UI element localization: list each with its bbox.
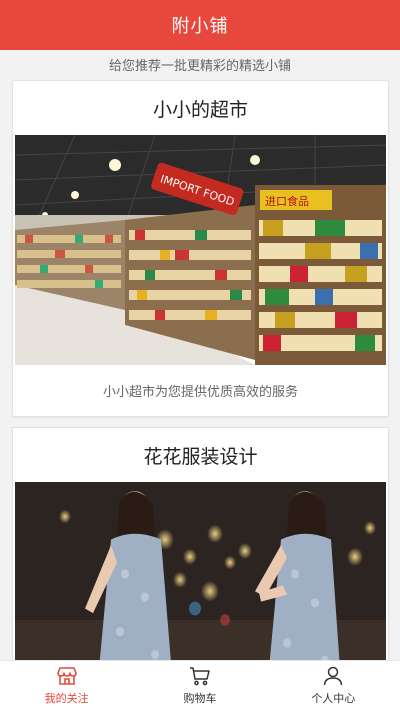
shop-description: 小小超市为您提供优质高效的服务	[102, 384, 298, 400]
tab-label: 购物车	[183, 692, 217, 705]
store-icon	[56, 667, 77, 685]
tab-profile[interactable]: 个人中心	[267, 661, 400, 709]
fashion-image	[15, 482, 386, 676]
shop-card[interactable]: 花花服装设计	[12, 427, 389, 677]
tab-label: 个人中心	[311, 692, 356, 705]
cart-icon	[189, 667, 210, 686]
tab-label: 我的关注	[44, 692, 89, 705]
page-title: 附小铺	[171, 16, 229, 37]
tab-cart[interactable]: 购物车	[133, 661, 266, 709]
bottom-tab-bar: 我的关注 购物车 个人中心	[0, 660, 400, 709]
app-header: 附小铺	[0, 0, 400, 50]
recommendation-subtitle: 给您推荐一批更精彩的精选小铺	[108, 58, 291, 74]
tab-my-follows[interactable]: 我的关注	[0, 661, 133, 709]
shop-card[interactable]: 小小的超市 进口食品 IMPORT FOOD 小小超市为您提供优质高效的服务	[12, 80, 389, 417]
svg-text:进口食品: 进口食品	[265, 194, 309, 208]
user-icon	[324, 666, 343, 686]
shop-name: 小小的超市	[152, 98, 248, 121]
supermarket-image: 进口食品 IMPORT FOOD	[15, 135, 386, 365]
shop-name: 花花服装设计	[143, 445, 258, 468]
